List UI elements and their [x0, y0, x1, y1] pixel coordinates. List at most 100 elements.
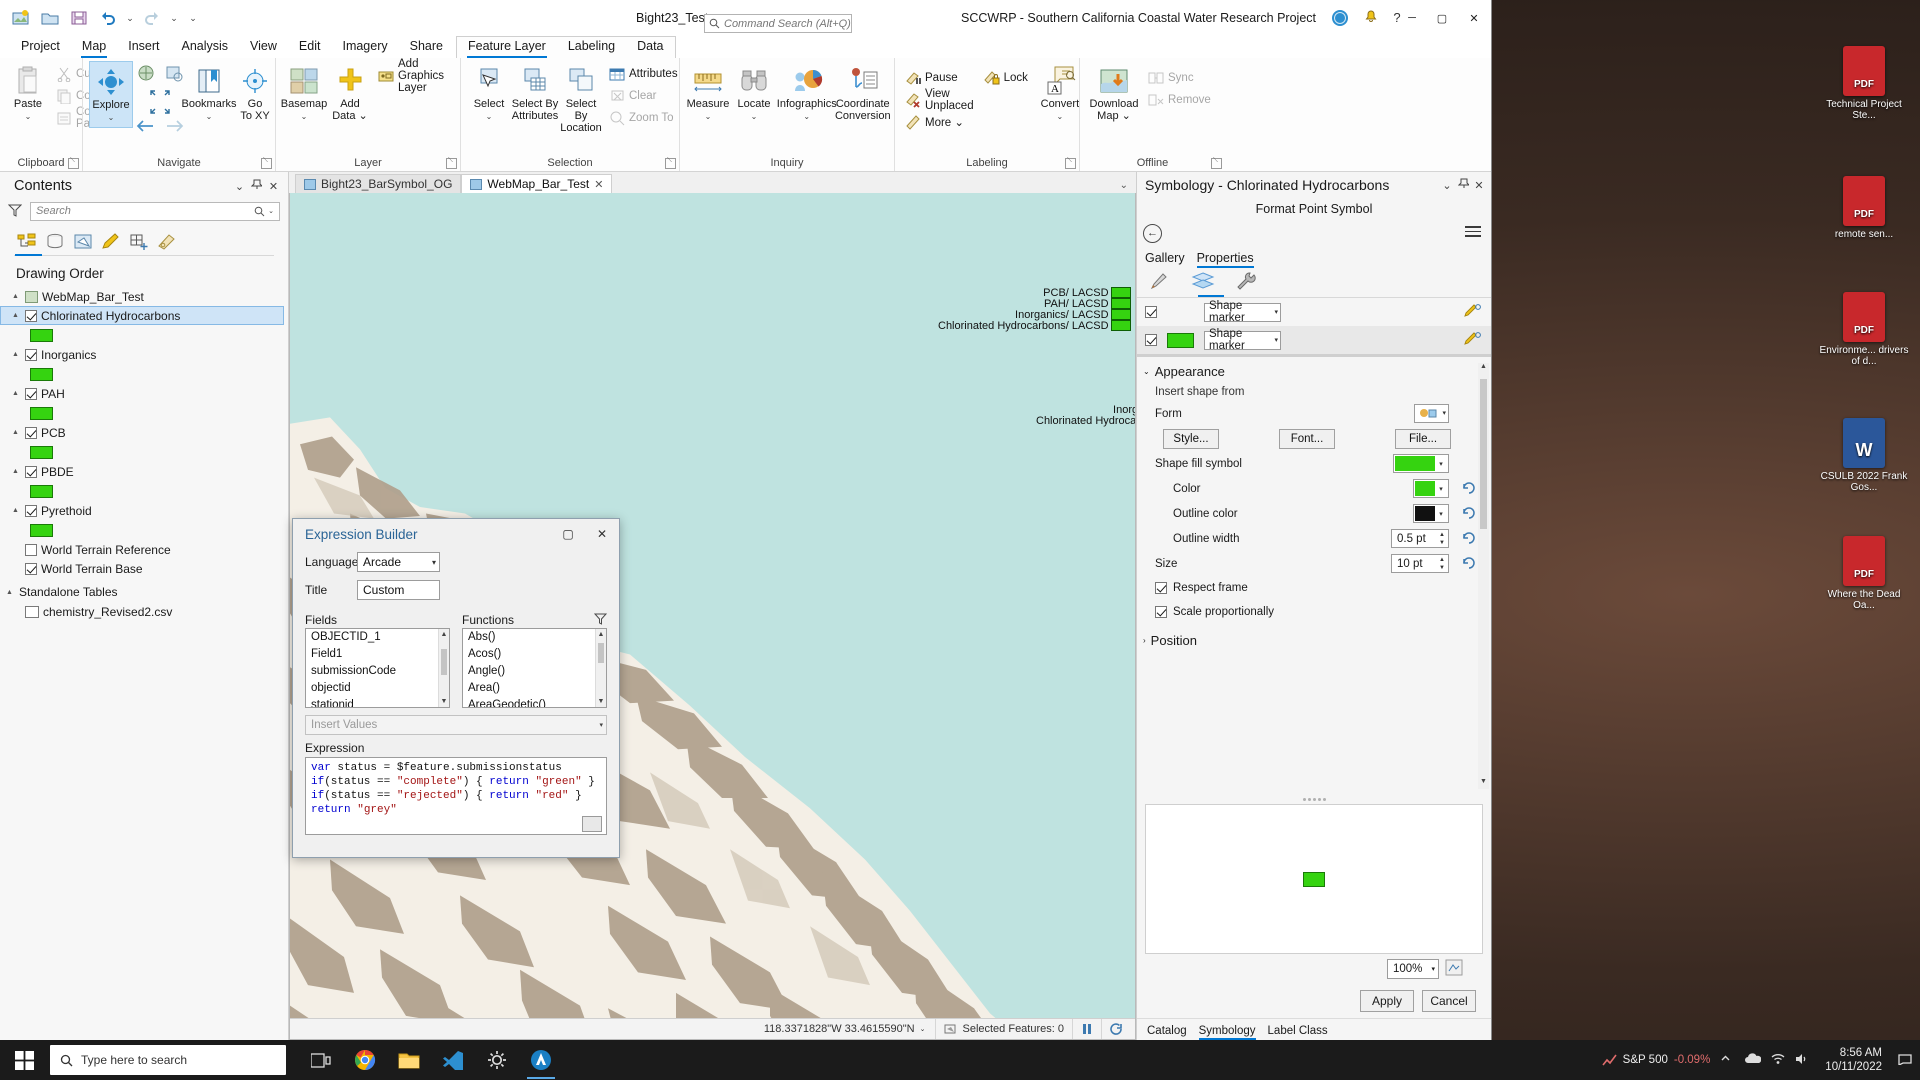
layer-visibility-checkbox[interactable]: [25, 504, 37, 517]
functions-scrollbar[interactable]: ▲ ▼: [595, 629, 606, 707]
layer-visibility-checkbox[interactable]: [25, 543, 37, 556]
respect-frame-row[interactable]: Respect frame: [1137, 576, 1491, 600]
cancel-button[interactable]: Cancel: [1422, 990, 1476, 1012]
refresh-button[interactable]: [1101, 1018, 1135, 1039]
select-button[interactable]: Select ⌄: [467, 61, 511, 126]
style-button[interactable]: Style...: [1163, 428, 1219, 449]
outline-width-input[interactable]: 0.5 pt ▲ ▼: [1391, 529, 1449, 548]
tab-insert[interactable]: Insert: [117, 36, 170, 58]
fit-preview-icon[interactable]: [1445, 959, 1463, 979]
tab-data[interactable]: Data: [626, 36, 674, 58]
customize-qat-icon[interactable]: ⌄: [183, 13, 203, 24]
portal-globe-icon[interactable]: [1332, 10, 1348, 26]
position-section-header[interactable]: › Position: [1137, 630, 1491, 651]
select-by-location-button[interactable]: Select By Location: [559, 61, 603, 137]
standalone-table-item[interactable]: chemistry_Revised2.csv: [0, 602, 288, 621]
layer-visibility-checkbox[interactable]: [25, 309, 37, 322]
sidebar-item-pcb[interactable]: ▲ PCB: [0, 423, 288, 442]
add-graphics-layer-button[interactable]: Add Graphics Layer: [374, 58, 454, 94]
volume-icon[interactable]: [1795, 1053, 1809, 1068]
desktop-icon-pdf-2[interactable]: remote sen...: [1816, 176, 1912, 240]
action-center-icon[interactable]: [1898, 1053, 1912, 1068]
symbol-layer-swatch[interactable]: [1167, 332, 1194, 348]
go-to-xy-button[interactable]: Go To XY: [233, 61, 277, 125]
vscode-icon[interactable]: [432, 1040, 474, 1080]
file-button[interactable]: File...: [1395, 428, 1451, 449]
redo-dropdown-icon[interactable]: ⌄: [168, 13, 180, 24]
function-item[interactable]: AreaGeodetic(): [463, 697, 606, 707]
expression-code-editor[interactable]: var status = $feature.submissionstatus i…: [305, 757, 607, 835]
appearance-section-header[interactable]: ⌄ Appearance: [1137, 361, 1491, 382]
onedrive-icon[interactable]: [1744, 1052, 1762, 1068]
contents-menu-icon[interactable]: ⌄: [231, 180, 248, 193]
sidebar-item-pah[interactable]: ▲ PAH: [0, 384, 288, 403]
contents-search-input[interactable]: Search ⌄: [30, 201, 280, 221]
list-by-snapping-icon[interactable]: [126, 230, 152, 254]
function-item[interactable]: Abs(): [463, 629, 606, 646]
font-button[interactable]: Font...: [1279, 428, 1335, 449]
field-item[interactable]: stationid: [306, 697, 449, 707]
shape-fill-color-picker[interactable]: ▾: [1393, 454, 1449, 473]
fixed-zoom-arrows[interactable]: [149, 89, 171, 101]
symbol-layer-edit-icon[interactable]: [1463, 331, 1481, 350]
tab-feature-layer[interactable]: Feature Layer: [457, 36, 557, 58]
list-by-labeling-icon[interactable]: [154, 230, 180, 254]
dialog-maximize-button[interactable]: ▢: [551, 519, 585, 549]
fields-listbox[interactable]: OBJECTID_1 Field1 submissionCode objecti…: [305, 628, 450, 708]
scroll-thumb[interactable]: [1480, 379, 1487, 529]
sidebar-item-world-terrain-reference[interactable]: World Terrain Reference: [0, 540, 288, 559]
tab-properties[interactable]: Properties: [1196, 251, 1254, 268]
bookmarks-dropdown-icon[interactable]: ⌄: [206, 111, 213, 123]
scroll-thumb[interactable]: [598, 643, 604, 663]
navigate-dialog-launcher[interactable]: [261, 157, 272, 169]
lock-labeling-button[interactable]: Lock: [980, 67, 1032, 88]
title-input[interactable]: Custom: [357, 580, 440, 600]
tab-labeling[interactable]: Labeling: [557, 36, 626, 58]
select-dropdown-icon[interactable]: ⌄: [486, 111, 493, 123]
expand-triangle-icon[interactable]: ▲: [12, 468, 21, 475]
symbol-layer-type-select-2[interactable]: Shape marker ▾: [1204, 328, 1281, 352]
fields-scrollbar[interactable]: ▲ ▼: [438, 629, 449, 707]
preview-zoom-select[interactable]: 100% ▾: [1387, 959, 1439, 979]
reset-color-icon[interactable]: [1462, 481, 1477, 497]
bookmark-previous-extent-icon[interactable]: [136, 63, 156, 86]
close-button[interactable]: ✕: [1457, 0, 1491, 36]
form-picker-button[interactable]: ▾: [1414, 403, 1449, 424]
task-view-icon[interactable]: [300, 1040, 342, 1080]
symbol-brush-icon[interactable]: [1149, 271, 1171, 294]
outline-color-picker[interactable]: ▾: [1413, 504, 1449, 523]
sidebar-item-inorganics[interactable]: ▲ Inorganics: [0, 345, 288, 364]
view-tab-webmap-bar-test[interactable]: WebMap_Bar_Test ✕: [461, 174, 613, 193]
symbol-structure-icon[interactable]: [1235, 271, 1257, 294]
command-search-input[interactable]: Command Search (Alt+Q): [704, 14, 852, 33]
measure-dropdown-icon[interactable]: ⌄: [705, 111, 712, 123]
sidebar-item-chlorinated-hydrocarbons[interactable]: ▲ Chlorinated Hydrocarbons: [0, 306, 284, 325]
save-project-icon[interactable]: [66, 6, 92, 30]
infographics-dropdown-icon[interactable]: ⌄: [803, 111, 810, 123]
symbol-layer-edit-icon[interactable]: [1463, 303, 1481, 322]
next-extent-icon[interactable]: [165, 119, 185, 136]
symbology-collapse-icon[interactable]: ⌄: [1439, 179, 1455, 192]
symbol-layers-icon[interactable]: [1191, 271, 1215, 294]
convert-dropdown-icon[interactable]: ⌄: [1057, 111, 1064, 123]
expand-triangle-icon[interactable]: ▲: [12, 390, 21, 397]
explore-dropdown-icon[interactable]: ⌄: [108, 112, 115, 124]
tab-share[interactable]: Share: [399, 36, 454, 58]
expand-triangle-icon[interactable]: ▲: [12, 429, 21, 436]
taskbar-search-input[interactable]: Type here to search: [50, 1045, 286, 1075]
scale-proportionally-row[interactable]: Scale proportionally: [1137, 600, 1491, 624]
locate-dropdown-icon[interactable]: ⌄: [751, 111, 758, 123]
reset-outline-color-icon[interactable]: [1462, 506, 1477, 522]
explore-button[interactable]: Explore ⌄: [89, 61, 133, 128]
list-by-drawing-order-icon[interactable]: [14, 230, 40, 254]
add-data-button[interactable]: Add Data ⌄: [328, 61, 372, 125]
scroll-down-icon[interactable]: ▼: [439, 696, 449, 707]
function-item[interactable]: Angle(): [463, 663, 606, 680]
convert-labels-button[interactable]: A Convert ⌄: [1038, 61, 1082, 126]
expand-triangle-icon[interactable]: ▲: [12, 293, 21, 300]
expression-builder-dialog[interactable]: Expression Builder ▢ ✕ Language Arcade ▾…: [292, 518, 620, 858]
selection-dialog-launcher[interactable]: [665, 157, 676, 169]
pause-drawing-button[interactable]: [1072, 1018, 1101, 1039]
scroll-up-icon[interactable]: ▲: [439, 629, 449, 640]
layer-visibility-checkbox[interactable]: [25, 348, 37, 361]
